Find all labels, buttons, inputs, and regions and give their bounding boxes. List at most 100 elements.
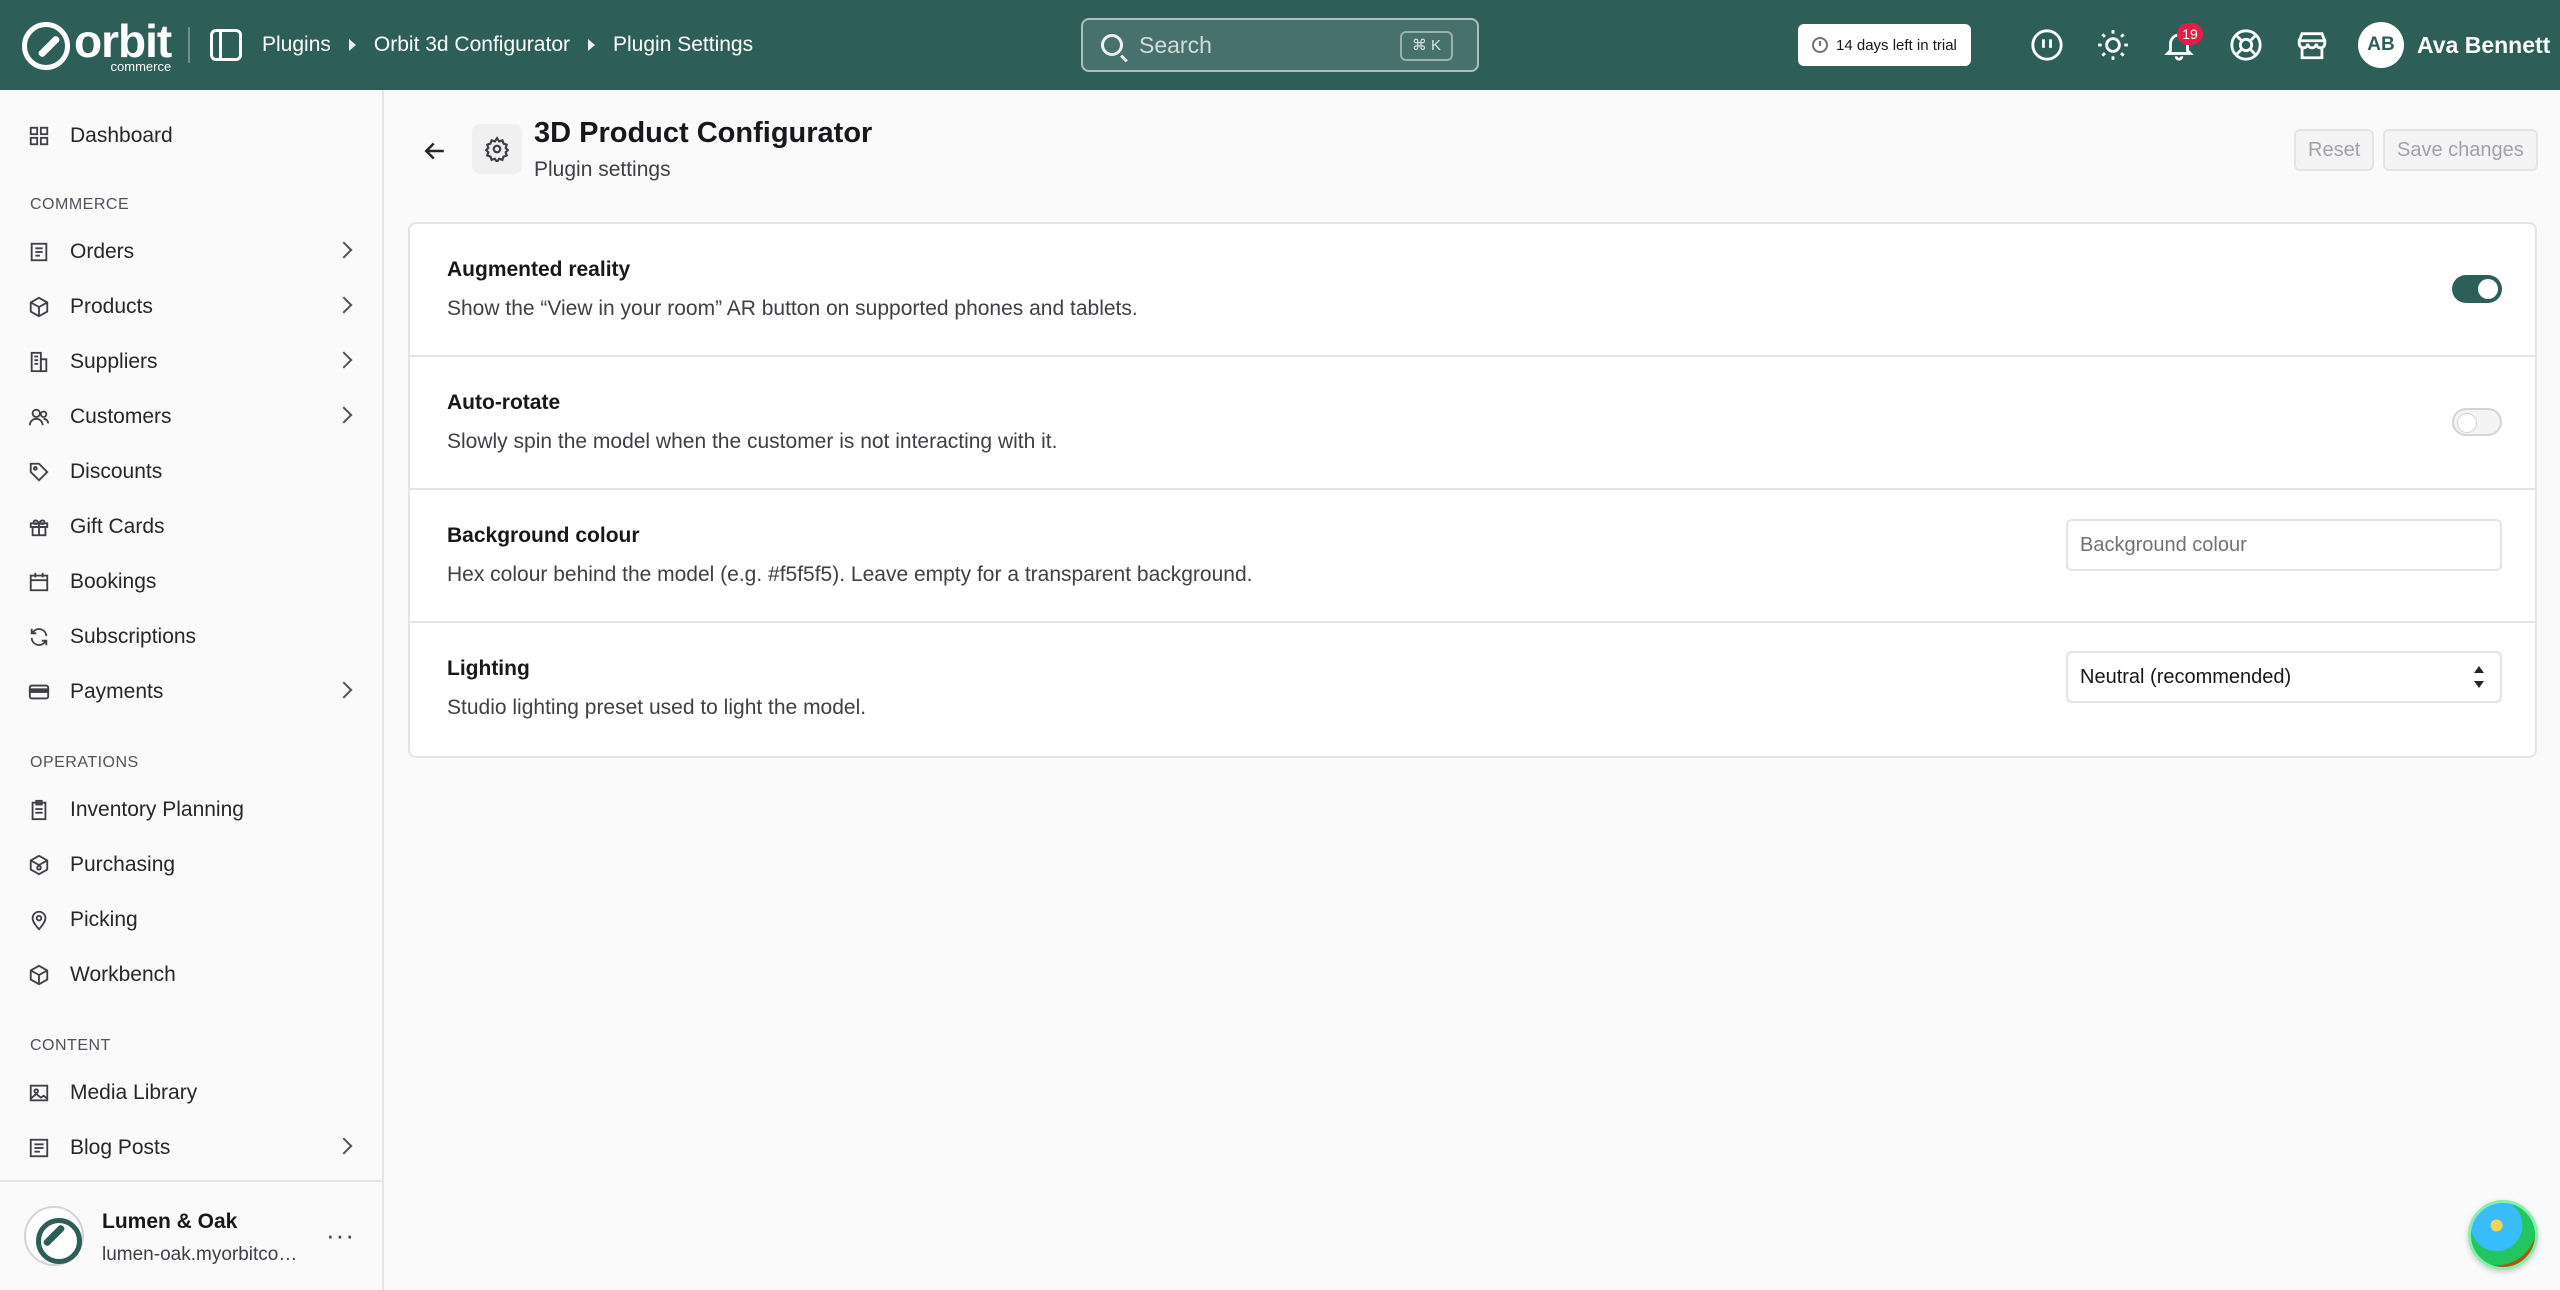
image-icon [28, 1082, 50, 1104]
sidebar-item-label: Inventory Planning [70, 798, 244, 821]
chevron-right-icon [335, 681, 353, 699]
setting-description: Slowly spin the model when the customer … [447, 430, 1058, 453]
setting-row-auto-rotate: Auto-rotate Slowly spin the model when t… [410, 357, 2535, 490]
sidebar-item-label: Purchasing [70, 853, 176, 876]
sidebar-item-label: Gift Cards [70, 515, 165, 538]
sidebar-item-products[interactable]: Products [28, 287, 358, 327]
avatar[interactable]: AB [2358, 22, 2404, 68]
setting-description: Show the “View in your room” AR button o… [447, 297, 1138, 320]
notification-badge: 19 [2177, 23, 2203, 45]
theme-sun-icon[interactable] [2096, 28, 2130, 62]
sidebar-item-workbench[interactable]: Workbench [28, 955, 358, 995]
building-icon [28, 351, 50, 373]
search-input[interactable] [1139, 31, 1399, 59]
cube-icon [28, 964, 50, 986]
logo[interactable]: orbit commerce [22, 15, 172, 74]
storefront-icon[interactable] [2295, 28, 2329, 62]
sidebar-item-label: Blog Posts [70, 1136, 171, 1159]
sidebar-item-bookings[interactable]: Bookings [28, 562, 358, 602]
setting-label: Augmented reality [447, 258, 631, 281]
refresh-icon [28, 626, 50, 648]
sidebar-item-label: Picking [70, 908, 138, 931]
save-changes-button[interactable]: Save changes [2383, 129, 2538, 171]
plugin-settings-icon [472, 124, 522, 174]
sidebar-item-payments[interactable]: Payments [28, 672, 358, 712]
sidebar-item-picking[interactable]: Picking [28, 900, 358, 940]
sidebar-item-dashboard[interactable]: Dashboard [28, 116, 358, 156]
sidebar-toggle-icon[interactable] [210, 29, 242, 61]
chevron-right-icon [335, 241, 353, 259]
box-icon [28, 296, 50, 318]
more-options-icon[interactable]: ··· [326, 1222, 355, 1248]
calendar-icon [28, 571, 50, 593]
sidebar-item-media-library[interactable]: Media Library [28, 1073, 358, 1113]
trial-badge[interactable]: 14 days left in trial [1798, 24, 1971, 66]
assistant-launcher-icon[interactable] [2468, 1200, 2538, 1270]
breadcrumb-plugin-settings[interactable]: Plugin Settings [613, 33, 753, 57]
sidebar-item-label: Workbench [70, 963, 176, 986]
sidebar-item-purchasing[interactable]: Purchasing [28, 845, 358, 885]
section-label-content: CONTENT [30, 1037, 111, 1054]
breadcrumb-plugins[interactable]: Plugins [262, 33, 331, 57]
setting-row-augmented-reality: Augmented reality Show the “View in your… [410, 224, 2535, 357]
purchase-icon [28, 854, 50, 876]
sidebar-item-suppliers[interactable]: Suppliers [28, 342, 358, 382]
section-label-commerce: COMMERCE [30, 196, 130, 213]
sidebar-item-inventory-planning[interactable]: Inventory Planning [28, 790, 358, 830]
sidebar-item-discounts[interactable]: Discounts [28, 452, 358, 492]
search-icon [1101, 34, 1123, 56]
sidebar-item-label: Orders [70, 240, 135, 263]
dashboard-icon [28, 125, 50, 147]
select-arrows-icon [2474, 666, 2484, 688]
sidebar-item-label: Subscriptions [70, 625, 197, 648]
sidebar-item-blog-posts[interactable]: Blog Posts [28, 1128, 358, 1168]
help-lifebuoy-icon[interactable] [2229, 28, 2263, 62]
feedback-icon[interactable] [2030, 28, 2064, 62]
reset-button[interactable]: Reset [2294, 129, 2375, 171]
sidebar-item-label: Customers [70, 405, 172, 428]
logo-subtext: commerce [110, 59, 172, 74]
background-colour-input[interactable] [2066, 519, 2502, 571]
store-name: Lumen & Oak [102, 1210, 238, 1233]
sidebar-item-label: Media Library [70, 1081, 198, 1104]
search-box[interactable]: ⌘ K [1081, 18, 1479, 72]
sidebar-item-label: Dashboard [70, 124, 173, 147]
sidebar-item-gift-cards[interactable]: Gift Cards [28, 507, 358, 547]
trial-text: 14 days left in trial [1836, 36, 1957, 54]
setting-label: Lighting [447, 657, 530, 680]
gift-icon [28, 516, 50, 538]
tag-icon [28, 461, 50, 483]
sidebar-item-subscriptions[interactable]: Subscriptions [28, 617, 358, 657]
setting-description: Studio lighting preset used to light the… [447, 696, 867, 719]
back-arrow-icon[interactable] [420, 136, 450, 166]
page-title: 3D Product Configurator [534, 117, 873, 149]
sidebar-item-label: Payments [70, 680, 164, 703]
search-shortcut: ⌘ K [1399, 31, 1453, 61]
sidebar-item-orders[interactable]: Orders [28, 232, 358, 272]
augmented-reality-toggle[interactable] [2452, 275, 2502, 303]
setting-label: Auto-rotate [447, 391, 561, 414]
gear-icon [484, 136, 510, 162]
chevron-right-icon [335, 406, 353, 424]
pin-icon [28, 909, 50, 931]
breadcrumb-separator-icon [348, 39, 356, 51]
sidebar: Dashboard COMMERCE Orders Products Suppl… [0, 90, 384, 1290]
user-name[interactable]: Ava Bennett [2417, 0, 2550, 90]
lighting-select[interactable]: Neutral (recommended) [2066, 651, 2502, 703]
page-subtitle: Plugin settings [534, 158, 671, 181]
setting-row-background-colour: Background colour Hex colour behind the … [410, 490, 2535, 623]
setting-row-lighting: Lighting Studio lighting preset used to … [410, 623, 2535, 756]
logo-text: orbit [74, 15, 172, 67]
clipboard-icon [28, 799, 50, 821]
sidebar-item-label: Discounts [70, 460, 163, 483]
auto-rotate-toggle[interactable] [2452, 408, 2502, 436]
breadcrumb-configurator[interactable]: Orbit 3d Configurator [374, 33, 570, 57]
sidebar-item-label: Bookings [70, 570, 157, 593]
top-bar: orbit commerce Plugins Orbit 3d Configur… [0, 0, 2560, 90]
setting-label: Background colour [447, 524, 640, 547]
settings-card: Augmented reality Show the “View in your… [408, 222, 2537, 758]
sidebar-item-customers[interactable]: Customers [28, 397, 358, 437]
chevron-right-icon [335, 296, 353, 314]
lighting-select-value: Neutral (recommended) [2080, 666, 2292, 688]
store-switcher[interactable]: Lumen & Oak lumen-oak.myorbitcommerce.co… [0, 1180, 382, 1290]
